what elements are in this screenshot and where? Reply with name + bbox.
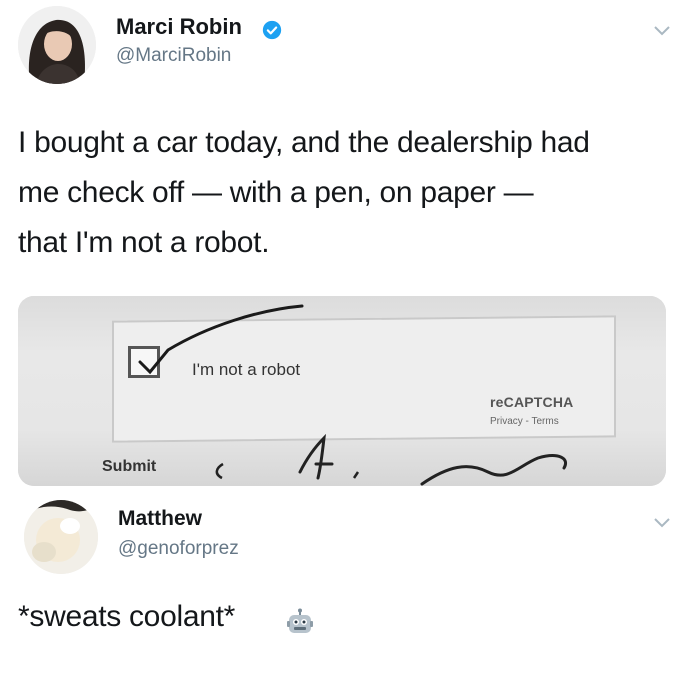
robot-face-icon: [287, 608, 313, 633]
tweet-author-handle[interactable]: @MarciRobin: [116, 45, 231, 67]
tweet-text-line: I bought a car today, and the dealership…: [18, 126, 590, 159]
tweet-text: I bought a car today, and the dealership…: [18, 118, 688, 268]
reply-author-name[interactable]: Matthew: [118, 507, 202, 531]
marci-avatar[interactable]: [18, 6, 96, 84]
recaptcha-links: Privacy - Terms: [490, 416, 559, 427]
reply-text: *sweats coolant*: [18, 600, 235, 633]
recaptcha-brand: reCAPTCHA: [490, 394, 574, 410]
paper-submit-label: Submit: [102, 458, 157, 475]
reply-author-handle[interactable]: @genoforprez: [118, 538, 239, 560]
tweet-text-line: me check off — with a pen, on paper —: [18, 176, 534, 209]
tweet-author-name[interactable]: Marci Robin: [116, 14, 242, 40]
paper-checkbox-label: I'm not a robot: [192, 360, 301, 379]
chevron-down-icon[interactable]: [652, 24, 672, 38]
tweet-photo[interactable]: I'm not a robot reCAPTCHA Privacy - Term…: [18, 296, 666, 486]
matthew-avatar[interactable]: [24, 500, 98, 574]
verified-badge-icon: [262, 20, 282, 40]
tweet-text-line: that I'm not a robot.: [18, 226, 270, 259]
chevron-down-icon[interactable]: [652, 516, 672, 530]
